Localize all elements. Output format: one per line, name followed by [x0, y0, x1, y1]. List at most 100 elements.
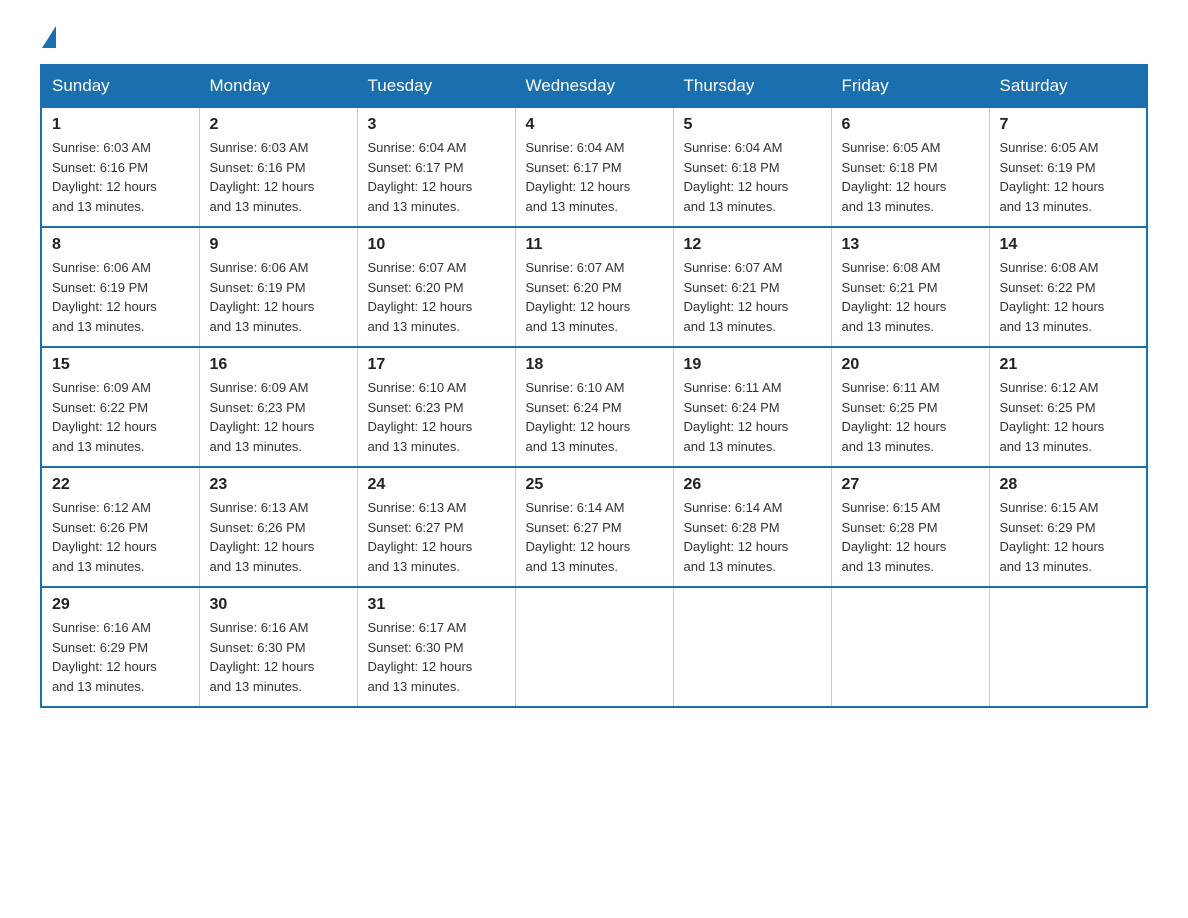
day-number: 20 — [842, 356, 979, 374]
day-number: 22 — [52, 476, 189, 494]
weekday-header-sunday: Sunday — [41, 65, 199, 107]
calendar-cell: 2 Sunrise: 6:03 AMSunset: 6:16 PMDayligh… — [199, 107, 357, 227]
day-number: 3 — [368, 116, 505, 134]
calendar-cell: 8 Sunrise: 6:06 AMSunset: 6:19 PMDayligh… — [41, 227, 199, 347]
calendar-cell: 22 Sunrise: 6:12 AMSunset: 6:26 PMDaylig… — [41, 467, 199, 587]
day-number: 28 — [1000, 476, 1137, 494]
day-info: Sunrise: 6:10 AMSunset: 6:24 PMDaylight:… — [526, 378, 663, 456]
calendar-cell: 4 Sunrise: 6:04 AMSunset: 6:17 PMDayligh… — [515, 107, 673, 227]
day-info: Sunrise: 6:15 AMSunset: 6:28 PMDaylight:… — [842, 498, 979, 576]
day-info: Sunrise: 6:13 AMSunset: 6:26 PMDaylight:… — [210, 498, 347, 576]
calendar-cell: 5 Sunrise: 6:04 AMSunset: 6:18 PMDayligh… — [673, 107, 831, 227]
day-number: 29 — [52, 596, 189, 614]
calendar-cell — [515, 587, 673, 707]
weekday-header-tuesday: Tuesday — [357, 65, 515, 107]
day-number: 31 — [368, 596, 505, 614]
calendar-cell: 9 Sunrise: 6:06 AMSunset: 6:19 PMDayligh… — [199, 227, 357, 347]
day-number: 18 — [526, 356, 663, 374]
day-number: 25 — [526, 476, 663, 494]
day-info: Sunrise: 6:14 AMSunset: 6:27 PMDaylight:… — [526, 498, 663, 576]
calendar-cell: 24 Sunrise: 6:13 AMSunset: 6:27 PMDaylig… — [357, 467, 515, 587]
day-info: Sunrise: 6:06 AMSunset: 6:19 PMDaylight:… — [210, 258, 347, 336]
calendar-cell: 12 Sunrise: 6:07 AMSunset: 6:21 PMDaylig… — [673, 227, 831, 347]
calendar-cell: 26 Sunrise: 6:14 AMSunset: 6:28 PMDaylig… — [673, 467, 831, 587]
calendar-cell: 13 Sunrise: 6:08 AMSunset: 6:21 PMDaylig… — [831, 227, 989, 347]
day-info: Sunrise: 6:05 AMSunset: 6:18 PMDaylight:… — [842, 138, 979, 216]
weekday-header-wednesday: Wednesday — [515, 65, 673, 107]
calendar-cell — [673, 587, 831, 707]
calendar-cell: 17 Sunrise: 6:10 AMSunset: 6:23 PMDaylig… — [357, 347, 515, 467]
day-number: 14 — [1000, 236, 1137, 254]
day-info: Sunrise: 6:08 AMSunset: 6:22 PMDaylight:… — [1000, 258, 1137, 336]
day-number: 11 — [526, 236, 663, 254]
day-number: 2 — [210, 116, 347, 134]
calendar-cell: 21 Sunrise: 6:12 AMSunset: 6:25 PMDaylig… — [989, 347, 1147, 467]
day-info: Sunrise: 6:08 AMSunset: 6:21 PMDaylight:… — [842, 258, 979, 336]
weekday-header-saturday: Saturday — [989, 65, 1147, 107]
calendar-cell: 25 Sunrise: 6:14 AMSunset: 6:27 PMDaylig… — [515, 467, 673, 587]
day-number: 21 — [1000, 356, 1137, 374]
day-info: Sunrise: 6:11 AMSunset: 6:24 PMDaylight:… — [684, 378, 821, 456]
calendar-cell: 7 Sunrise: 6:05 AMSunset: 6:19 PMDayligh… — [989, 107, 1147, 227]
day-number: 5 — [684, 116, 821, 134]
day-info: Sunrise: 6:16 AMSunset: 6:29 PMDaylight:… — [52, 618, 189, 696]
day-number: 16 — [210, 356, 347, 374]
day-info: Sunrise: 6:07 AMSunset: 6:20 PMDaylight:… — [526, 258, 663, 336]
day-info: Sunrise: 6:04 AMSunset: 6:18 PMDaylight:… — [684, 138, 821, 216]
day-info: Sunrise: 6:04 AMSunset: 6:17 PMDaylight:… — [526, 138, 663, 216]
calendar-cell: 6 Sunrise: 6:05 AMSunset: 6:18 PMDayligh… — [831, 107, 989, 227]
calendar-cell — [989, 587, 1147, 707]
calendar-week-row: 22 Sunrise: 6:12 AMSunset: 6:26 PMDaylig… — [41, 467, 1147, 587]
day-number: 6 — [842, 116, 979, 134]
calendar-cell: 29 Sunrise: 6:16 AMSunset: 6:29 PMDaylig… — [41, 587, 199, 707]
page-header — [40, 30, 1148, 44]
day-info: Sunrise: 6:17 AMSunset: 6:30 PMDaylight:… — [368, 618, 505, 696]
calendar-cell — [831, 587, 989, 707]
calendar-cell: 23 Sunrise: 6:13 AMSunset: 6:26 PMDaylig… — [199, 467, 357, 587]
day-number: 8 — [52, 236, 189, 254]
calendar-cell: 28 Sunrise: 6:15 AMSunset: 6:29 PMDaylig… — [989, 467, 1147, 587]
day-info: Sunrise: 6:07 AMSunset: 6:21 PMDaylight:… — [684, 258, 821, 336]
day-info: Sunrise: 6:04 AMSunset: 6:17 PMDaylight:… — [368, 138, 505, 216]
day-info: Sunrise: 6:10 AMSunset: 6:23 PMDaylight:… — [368, 378, 505, 456]
weekday-header-friday: Friday — [831, 65, 989, 107]
day-info: Sunrise: 6:09 AMSunset: 6:23 PMDaylight:… — [210, 378, 347, 456]
day-info: Sunrise: 6:12 AMSunset: 6:25 PMDaylight:… — [1000, 378, 1137, 456]
day-info: Sunrise: 6:07 AMSunset: 6:20 PMDaylight:… — [368, 258, 505, 336]
calendar-cell: 18 Sunrise: 6:10 AMSunset: 6:24 PMDaylig… — [515, 347, 673, 467]
calendar-cell: 31 Sunrise: 6:17 AMSunset: 6:30 PMDaylig… — [357, 587, 515, 707]
calendar-cell: 19 Sunrise: 6:11 AMSunset: 6:24 PMDaylig… — [673, 347, 831, 467]
calendar-cell: 3 Sunrise: 6:04 AMSunset: 6:17 PMDayligh… — [357, 107, 515, 227]
day-number: 15 — [52, 356, 189, 374]
day-info: Sunrise: 6:13 AMSunset: 6:27 PMDaylight:… — [368, 498, 505, 576]
day-number: 4 — [526, 116, 663, 134]
weekday-header-thursday: Thursday — [673, 65, 831, 107]
day-number: 17 — [368, 356, 505, 374]
calendar-header-row: SundayMondayTuesdayWednesdayThursdayFrid… — [41, 65, 1147, 107]
logo-triangle-icon — [42, 26, 56, 48]
day-number: 27 — [842, 476, 979, 494]
day-info: Sunrise: 6:03 AMSunset: 6:16 PMDaylight:… — [52, 138, 189, 216]
logo — [40, 30, 56, 44]
calendar-cell: 30 Sunrise: 6:16 AMSunset: 6:30 PMDaylig… — [199, 587, 357, 707]
day-info: Sunrise: 6:06 AMSunset: 6:19 PMDaylight:… — [52, 258, 189, 336]
day-info: Sunrise: 6:09 AMSunset: 6:22 PMDaylight:… — [52, 378, 189, 456]
day-number: 9 — [210, 236, 347, 254]
day-info: Sunrise: 6:12 AMSunset: 6:26 PMDaylight:… — [52, 498, 189, 576]
day-number: 19 — [684, 356, 821, 374]
calendar-week-row: 8 Sunrise: 6:06 AMSunset: 6:19 PMDayligh… — [41, 227, 1147, 347]
calendar-cell: 15 Sunrise: 6:09 AMSunset: 6:22 PMDaylig… — [41, 347, 199, 467]
day-number: 23 — [210, 476, 347, 494]
day-info: Sunrise: 6:11 AMSunset: 6:25 PMDaylight:… — [842, 378, 979, 456]
calendar-cell: 11 Sunrise: 6:07 AMSunset: 6:20 PMDaylig… — [515, 227, 673, 347]
day-info: Sunrise: 6:15 AMSunset: 6:29 PMDaylight:… — [1000, 498, 1137, 576]
day-number: 30 — [210, 596, 347, 614]
day-number: 1 — [52, 116, 189, 134]
calendar-cell: 27 Sunrise: 6:15 AMSunset: 6:28 PMDaylig… — [831, 467, 989, 587]
calendar-week-row: 1 Sunrise: 6:03 AMSunset: 6:16 PMDayligh… — [41, 107, 1147, 227]
day-info: Sunrise: 6:16 AMSunset: 6:30 PMDaylight:… — [210, 618, 347, 696]
day-number: 26 — [684, 476, 821, 494]
day-number: 7 — [1000, 116, 1137, 134]
day-info: Sunrise: 6:05 AMSunset: 6:19 PMDaylight:… — [1000, 138, 1137, 216]
weekday-header-monday: Monday — [199, 65, 357, 107]
